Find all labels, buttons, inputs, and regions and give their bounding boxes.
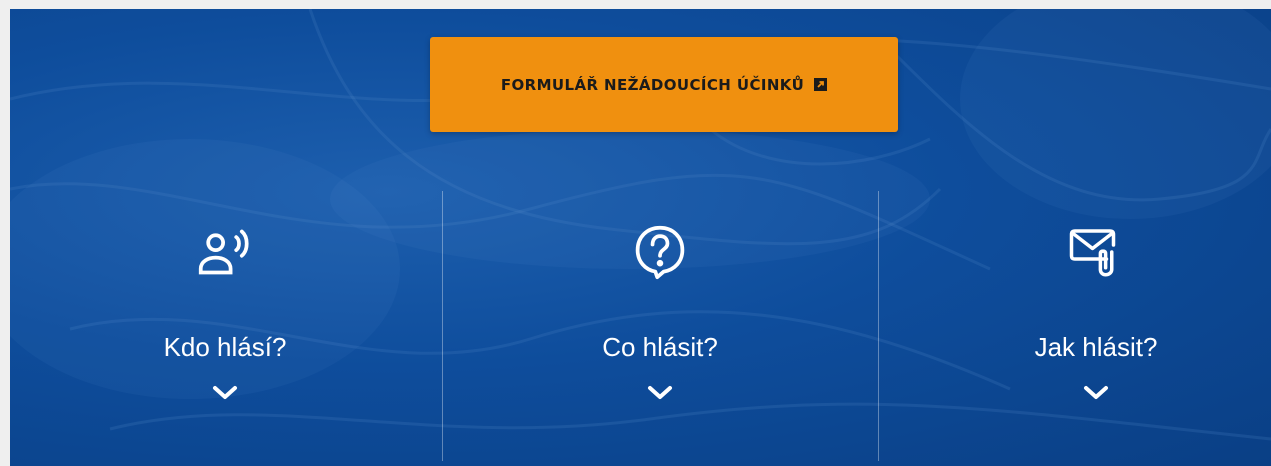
- chevron-down-icon[interactable]: [647, 385, 673, 401]
- section-what-to-report[interactable]: Co hlásit?: [510, 224, 810, 444]
- external-link-icon: [814, 78, 828, 91]
- column-divider: [442, 191, 443, 461]
- adverse-effects-form-button[interactable]: FORMULÁŘ NEŽÁDOUCÍCH ÚČINKŮ: [430, 37, 898, 132]
- mail-attachment-icon: [1068, 224, 1124, 280]
- chevron-down-icon[interactable]: [212, 385, 238, 401]
- column-divider: [878, 191, 879, 461]
- question-bubble-icon: [632, 224, 688, 280]
- adverse-effects-form-label: FORMULÁŘ NEŽÁDOUCÍCH ÚČINKŮ: [500, 75, 805, 94]
- chevron-down-icon[interactable]: [1083, 385, 1109, 401]
- section-who-reports[interactable]: Kdo hlásí?: [75, 224, 375, 444]
- hero-section: FORMULÁŘ NEŽÁDOUCÍCH ÚČINKŮ Kdo hlásí? C…: [10, 9, 1271, 466]
- person-speaking-icon: [197, 224, 253, 280]
- section-title: Co hlásit?: [602, 332, 718, 362]
- section-title: Kdo hlásí?: [163, 332, 287, 362]
- section-title: Jak hlásit?: [1034, 332, 1158, 362]
- page: FORMULÁŘ NEŽÁDOUCÍCH ÚČINKŮ Kdo hlásí? C…: [0, 0, 1271, 466]
- section-how-to-report[interactable]: Jak hlásit?: [946, 224, 1246, 444]
